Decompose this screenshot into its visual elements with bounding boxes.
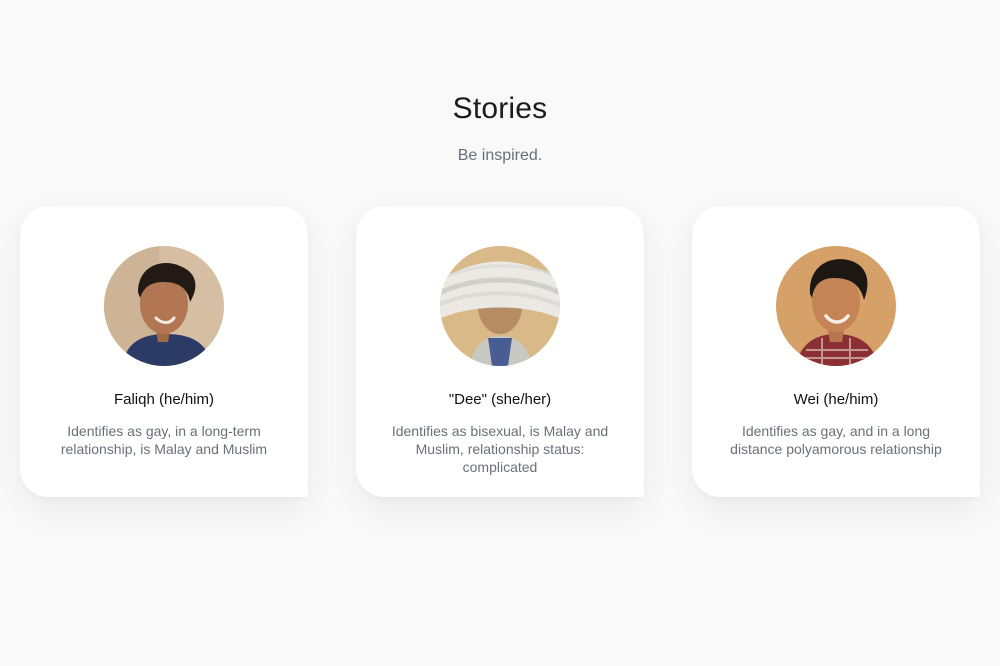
- story-card-faliqh[interactable]: Faliqh (he/him) Identifies as gay, in a …: [20, 206, 308, 497]
- story-card-wei[interactable]: Wei (he/him) Identifies as gay, and in a…: [692, 206, 980, 497]
- section-subtitle: Be inspired.: [457, 147, 543, 164]
- person-portrait-blurred-icon: [440, 246, 560, 366]
- story-description: Identifies as bisexual, is Malay and Mus…: [391, 423, 609, 475]
- story-name: "Dee" (she/her): [448, 391, 552, 408]
- story-name: Wei (he/him): [793, 391, 879, 408]
- person-portrait-icon: [776, 246, 896, 366]
- section-title: Stories: [452, 92, 548, 125]
- story-description: Identifies as gay, in a long-term relati…: [60, 423, 268, 457]
- story-description: Identifies as gay, and in a long distanc…: [730, 423, 942, 457]
- person-portrait-icon: [104, 246, 224, 366]
- story-name: Faliqh (he/him): [113, 391, 215, 408]
- story-card-dee[interactable]: "Dee" (she/her) Identifies as bisexual, …: [356, 206, 644, 497]
